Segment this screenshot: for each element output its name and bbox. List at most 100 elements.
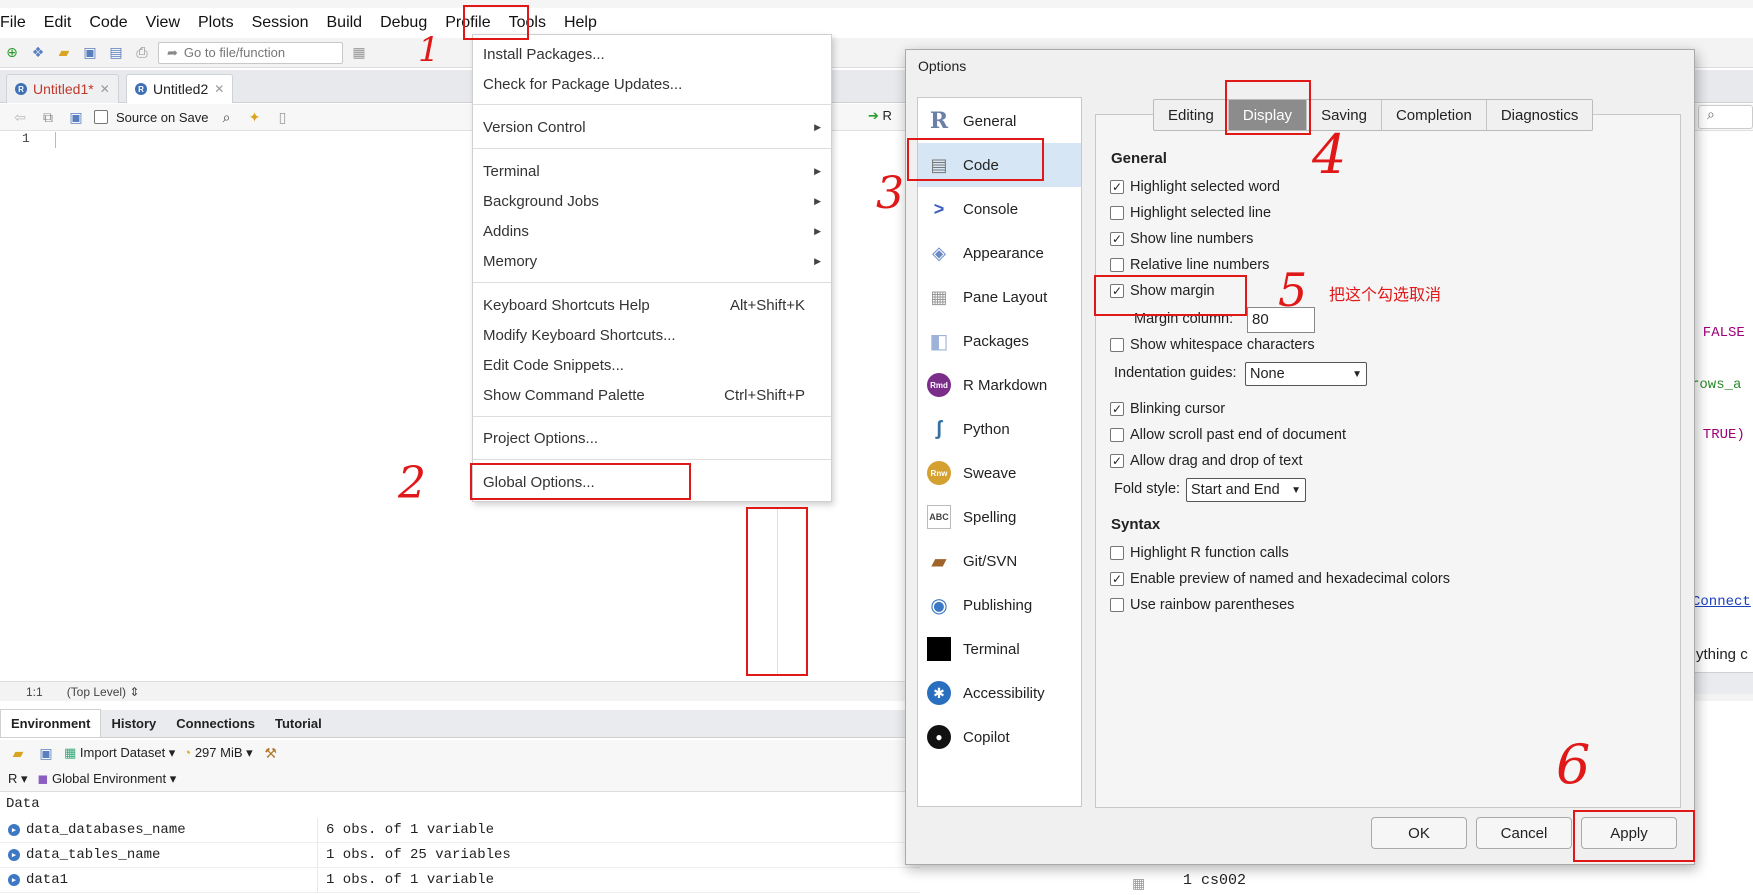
menu-build[interactable]: Build [318, 14, 372, 32]
env-row[interactable]: ▶ data1 1 obs. of 1 variable [0, 868, 920, 893]
menu-view[interactable]: View [137, 14, 189, 32]
tab-history[interactable]: History [101, 710, 166, 737]
expand-icon[interactable]: ▶ [8, 849, 20, 861]
option-blinking-cursor[interactable]: ✓ Blinking cursor [1110, 401, 1225, 417]
save-all-icon[interactable]: ▤ [106, 44, 126, 62]
checkbox[interactable] [1110, 546, 1124, 560]
sidebar-item-spelling[interactable]: ABC Spelling [918, 495, 1081, 539]
sidebar-item-appearance[interactable]: ◈ Appearance [918, 231, 1081, 275]
right-search-input[interactable]: ⌕ [1698, 105, 1753, 129]
menu-item-install-packages[interactable]: Install Packages... [483, 41, 821, 67]
menu-help[interactable]: Help [555, 14, 606, 32]
compile-report-icon[interactable]: ▯ [273, 108, 293, 126]
checkbox[interactable]: ✓ [1110, 180, 1124, 194]
sidebar-item-accessibility[interactable]: ✱ Accessibility [918, 671, 1081, 715]
option-relative-line-numbers[interactable]: Relative line numbers [1110, 257, 1269, 273]
indentation-guides-select[interactable]: None ▼ [1245, 362, 1367, 386]
option-highlight-line[interactable]: Highlight selected line [1110, 205, 1271, 221]
sidebar-item-sweave[interactable]: Rnw Sweave [918, 451, 1081, 495]
load-workspace-icon[interactable]: ▰ [8, 744, 28, 762]
tab-editing[interactable]: Editing [1154, 100, 1229, 130]
sidebar-item-pane-layout[interactable]: ▦ Pane Layout [918, 275, 1081, 319]
checkbox[interactable]: ✓ [1110, 232, 1124, 246]
menu-item-version-control[interactable]: Version Control ▶ [483, 114, 821, 140]
sidebar-item-publishing[interactable]: ◉ Publishing [918, 583, 1081, 627]
option-scroll-past-end[interactable]: Allow scroll past end of document [1110, 427, 1346, 443]
back-icon[interactable]: ⇦ [10, 108, 30, 126]
sidebar-item-python[interactable]: ʃ Python [918, 407, 1081, 451]
menu-item-edit-snippets[interactable]: Edit Code Snippets... [483, 352, 821, 378]
close-icon[interactable]: ✕ [100, 82, 110, 96]
sidebar-item-git[interactable]: ▰ Git/SVN [918, 539, 1081, 583]
show-in-window-icon[interactable]: ⧉ [38, 108, 58, 126]
option-highlight-word[interactable]: ✓ Highlight selected word [1110, 179, 1280, 195]
sidebar-item-general[interactable]: R General [918, 99, 1081, 143]
option-show-whitespace[interactable]: Show whitespace characters [1110, 337, 1315, 353]
scope-selector[interactable]: (Top Level) ⇕ [67, 685, 140, 699]
ok-button[interactable]: OK [1371, 817, 1467, 849]
tab-untitled2[interactable]: R Untitled2 ✕ [126, 74, 234, 103]
source-on-save-checkbox[interactable] [94, 110, 108, 124]
tab-untitled1[interactable]: R Untitled1* ✕ [6, 74, 119, 103]
menu-item-modify-shortcuts[interactable]: Modify Keyboard Shortcuts... [483, 322, 821, 348]
open-file-icon[interactable]: ▰ [54, 44, 74, 62]
print-icon[interactable]: ⎙ [132, 44, 152, 62]
tab-environment[interactable]: Environment [0, 709, 102, 737]
checkbox[interactable] [1110, 428, 1124, 442]
run-button[interactable]: ➔ R [868, 108, 892, 124]
tab-connections[interactable]: Connections [166, 710, 265, 737]
magic-wand-icon[interactable]: ✦ [245, 108, 265, 126]
expand-icon[interactable]: ▶ [8, 874, 20, 886]
menu-code[interactable]: Code [80, 14, 136, 32]
tab-tutorial[interactable]: Tutorial [265, 710, 332, 737]
scope-dropdown[interactable]: ◼ Global Environment ▾ [38, 771, 177, 787]
tab-diagnostics[interactable]: Diagnostics [1487, 100, 1593, 130]
menu-item-addins[interactable]: Addins ▶ [483, 218, 821, 244]
checkbox[interactable] [1110, 258, 1124, 272]
save-workspace-icon[interactable]: ▣ [36, 744, 56, 762]
menu-session[interactable]: Session [243, 14, 318, 32]
menu-item-keyboard-shortcuts-help[interactable]: Keyboard Shortcuts Help Alt+Shift+K [483, 292, 821, 318]
sidebar-item-rmarkdown[interactable]: Rmd R Markdown [918, 363, 1081, 407]
import-dataset-button[interactable]: ▦ Import Dataset ▾ [64, 745, 175, 761]
sidebar-item-console[interactable]: > Console [918, 187, 1081, 231]
checkbox[interactable] [1110, 598, 1124, 612]
fold-style-select[interactable]: Start and End ▼ [1186, 478, 1306, 502]
menu-item-project-options[interactable]: Project Options... [483, 425, 821, 451]
menu-file[interactable]: File [0, 14, 35, 32]
option-show-line-numbers[interactable]: ✓ Show line numbers [1110, 231, 1253, 247]
checkbox[interactable]: ✓ [1110, 572, 1124, 586]
menu-item-check-updates[interactable]: Check for Package Updates... [483, 71, 821, 97]
checkbox[interactable]: ✓ [1110, 402, 1124, 416]
goto-file-input[interactable]: ➦ Go to file/function [158, 41, 343, 64]
save-icon[interactable]: ▣ [66, 108, 86, 126]
close-icon[interactable]: ✕ [214, 82, 224, 96]
menu-item-terminal[interactable]: Terminal ▶ [483, 158, 821, 184]
sidebar-item-copilot[interactable]: ● Copilot [918, 715, 1081, 759]
search-icon[interactable]: ⌕ [217, 108, 237, 126]
language-selector[interactable]: R ▾ [8, 771, 28, 787]
menu-item-background-jobs[interactable]: Background Jobs ▶ [483, 188, 821, 214]
option-rainbow-parens[interactable]: Use rainbow parentheses [1110, 597, 1294, 613]
save-icon[interactable]: ▣ [80, 44, 100, 62]
new-file-icon[interactable]: ⊕ [2, 44, 22, 62]
cancel-button[interactable]: Cancel [1476, 817, 1572, 849]
sidebar-item-packages[interactable]: ◧ Packages [918, 319, 1081, 363]
menu-plots[interactable]: Plots [189, 14, 243, 32]
tab-completion[interactable]: Completion [1382, 100, 1487, 130]
expand-icon[interactable]: ▶ [8, 824, 20, 836]
new-project-icon[interactable]: ❖ [28, 44, 48, 62]
env-row[interactable]: ▶ data_tables_name 1 obs. of 25 variables [0, 843, 920, 868]
menu-item-command-palette[interactable]: Show Command Palette Ctrl+Shift+P [483, 382, 821, 408]
checkbox[interactable] [1110, 338, 1124, 352]
sidebar-item-terminal[interactable]: Terminal [918, 627, 1081, 671]
menu-item-memory[interactable]: Memory ▶ [483, 248, 821, 274]
option-highlight-r-calls[interactable]: Highlight R function calls [1110, 545, 1289, 561]
env-row[interactable]: ▶ data_databases_name 6 obs. of 1 variabl… [0, 818, 920, 843]
grid-icon[interactable]: ▦ [349, 44, 369, 62]
connection-link[interactable]: Connect [1692, 594, 1751, 610]
menu-edit[interactable]: Edit [35, 14, 81, 32]
checkbox[interactable] [1110, 206, 1124, 220]
checkbox[interactable]: ✓ [1110, 454, 1124, 468]
memory-usage[interactable]: ◔ 297 MiB ▾ [183, 745, 252, 761]
